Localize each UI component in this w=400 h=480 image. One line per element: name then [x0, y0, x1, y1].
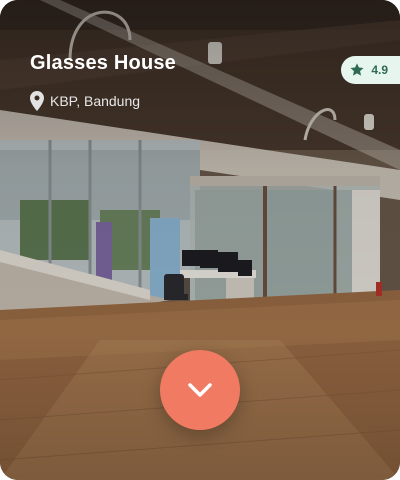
map-pin-icon: [30, 91, 44, 111]
star-icon: [349, 62, 365, 78]
place-title: Glasses House: [30, 52, 177, 74]
rating-value: 4.9: [371, 63, 388, 77]
expand-button[interactable]: [160, 350, 240, 430]
location-text: KBP, Bandung: [50, 93, 141, 109]
place-location: KBP, Bandung: [30, 91, 140, 111]
rating-badge: 4.9: [341, 56, 400, 84]
chevron-down-icon: [188, 383, 212, 397]
place-card[interactable]: Glasses House KBP, Bandung 4.9: [0, 0, 400, 480]
